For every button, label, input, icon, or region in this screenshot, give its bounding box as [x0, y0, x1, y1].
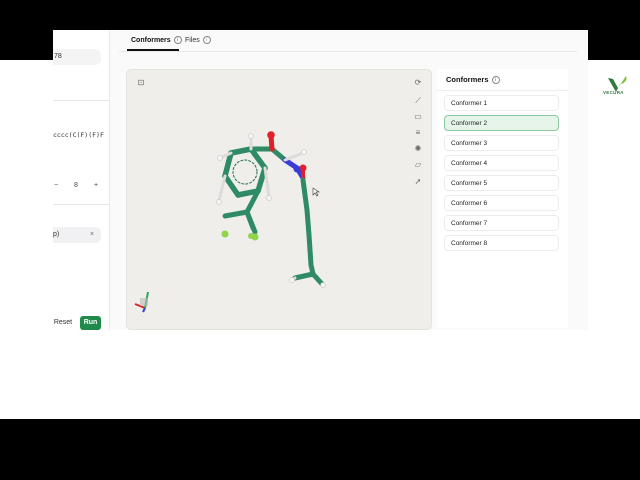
conformer-item-8[interactable]: Conformer 8 [444, 235, 559, 251]
alkyne-chain [292, 177, 326, 288]
fluorine-atom [221, 230, 229, 238]
eraser-icon[interactable]: ▱ [413, 160, 423, 170]
run-button[interactable]: Run [80, 316, 101, 330]
molecule-viewer[interactable]: ⊡ ⟳ ⟋ ▭ ≡ ✺ ▱ ➚ [126, 69, 432, 330]
brand-logo-text: VECURA [603, 90, 624, 95]
divider [437, 90, 568, 91]
info-icon: i [202, 36, 211, 44]
settings-sliders-icon[interactable]: ≡ [413, 128, 423, 138]
conformer-item-6[interactable]: Conformer 6 [444, 195, 559, 211]
benzene-ring [222, 146, 268, 198]
tab-files[interactable]: Files i [185, 36, 211, 44]
info-icon: i [173, 36, 182, 44]
divider [53, 204, 109, 205]
fluorine-atom [248, 233, 254, 239]
hydrogen-atom [216, 199, 222, 205]
chip-close-icon[interactable]: × [90, 227, 94, 243]
stepper-minus-button[interactable]: − [54, 182, 58, 189]
conformer-item-2[interactable]: Conformer 2 [444, 115, 559, 131]
reset-button[interactable]: Reset [53, 316, 73, 330]
hydrogen-atom [320, 282, 326, 288]
input-panel: 78 cccc(C(F)(F)F − 8 + p) × [53, 30, 110, 330]
light-icon[interactable]: ✺ [413, 144, 423, 154]
hydrogen-atom [248, 133, 254, 139]
stepper-value: 8 [74, 182, 78, 189]
conformer-count-stepper[interactable]: − 8 + [53, 180, 101, 194]
conformer-item-4[interactable]: Conformer 4 [444, 155, 559, 171]
option-chip[interactable]: p) × [53, 227, 101, 243]
conformer-item-7[interactable]: Conformer 7 [444, 215, 559, 231]
hydrogen-atom [301, 149, 307, 155]
chip-label: p) [53, 231, 60, 238]
conformer-item-1[interactable]: Conformer 1 [444, 95, 559, 111]
molecule-render[interactable] [127, 70, 431, 329]
tab-conformers-label: Conformers [131, 36, 171, 44]
hydrogen-atom [289, 277, 295, 283]
numeric-field[interactable]: 78 [53, 49, 101, 65]
measure-icon[interactable]: ⟋ [413, 96, 423, 106]
conformers-panel-title: Conformers i [446, 75, 500, 85]
numeric-field-value: 78 [54, 53, 62, 60]
cursor-tool-icon[interactable]: ➚ [413, 177, 423, 187]
cursor-icon [312, 187, 320, 197]
divider [53, 100, 109, 101]
hydrogen-atom [266, 195, 272, 201]
oxygen-atom [267, 131, 275, 139]
conformers-panel: Conformers i Conformer 1 Conformer 2 Conf… [437, 69, 568, 328]
tab-files-label: Files [185, 36, 200, 44]
nitrogen-atom [293, 165, 301, 173]
conformer-item-3[interactable]: Conformer 3 [444, 135, 559, 151]
axes-gizmo-icon [134, 291, 149, 313]
tab-conformers[interactable]: Conformers i [131, 36, 182, 44]
conformer-item-5[interactable]: Conformer 5 [444, 175, 559, 191]
hydrogen-atom [217, 155, 223, 161]
divider [119, 51, 577, 52]
info-icon: i [491, 76, 500, 85]
conformers-panel-title-text: Conformers [446, 75, 489, 84]
lock-icon[interactable]: ⊡ [136, 78, 146, 88]
oxygen-atom [299, 164, 307, 172]
image-icon[interactable]: ▭ [413, 112, 423, 122]
stepper-plus-button[interactable]: + [94, 182, 98, 189]
rotate-icon[interactable]: ⟳ [413, 78, 423, 88]
aromatic-bonds [232, 159, 258, 185]
smiles-input[interactable]: cccc(C(F)(F)F [53, 131, 104, 139]
